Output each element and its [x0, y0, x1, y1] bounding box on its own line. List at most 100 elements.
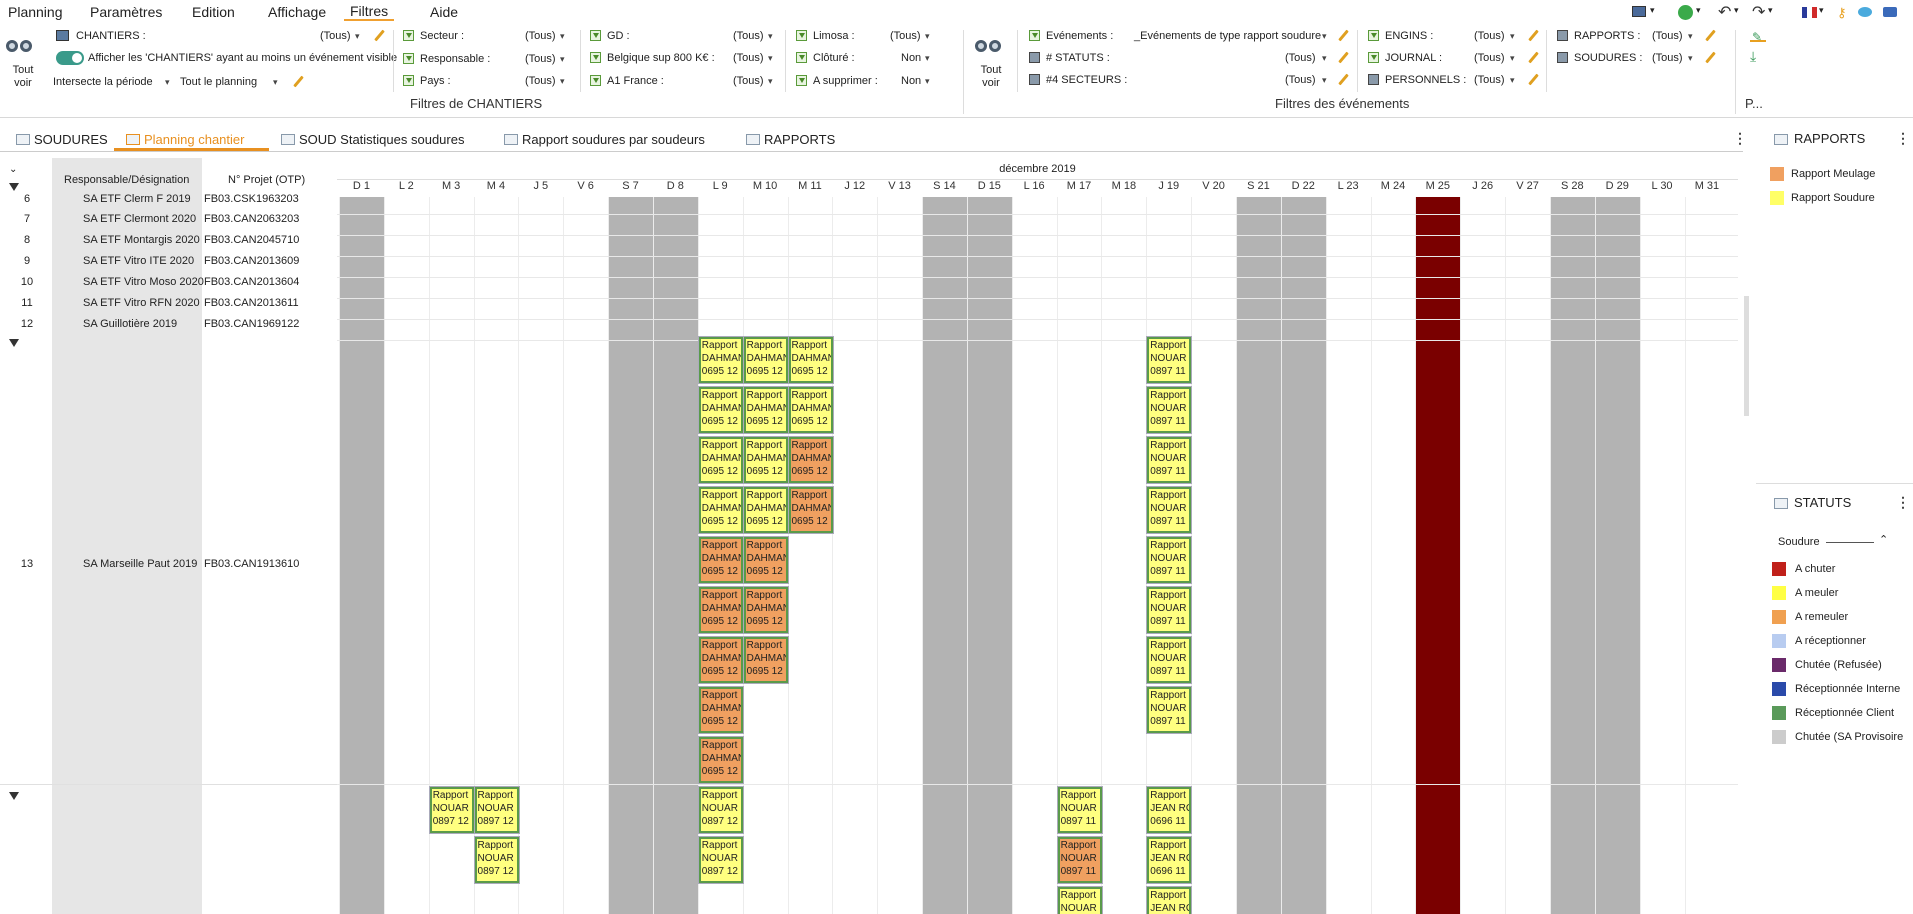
key-icon[interactable]: ⚷: [1837, 5, 1847, 21]
belgique-value[interactable]: (Tous): [733, 52, 764, 64]
menu-aide[interactable]: Aide: [430, 4, 458, 20]
chevron-down-icon[interactable]: ▾: [925, 53, 930, 64]
chevron-down-icon[interactable]: ▾: [560, 31, 565, 42]
more-options-icon[interactable]: ⋮: [1733, 130, 1747, 147]
chevron-down-icon[interactable]: ▾: [925, 76, 930, 87]
table-row[interactable]: 12 SA Guillotière 2019 FB03.CAN1969122: [0, 318, 337, 339]
pays-value[interactable]: (Tous): [525, 75, 556, 87]
french-flag-icon[interactable]: [1802, 7, 1817, 18]
chevron-down-icon[interactable]: ▾: [925, 31, 930, 42]
menu-affichage[interactable]: Affichage: [268, 4, 326, 20]
engins-value[interactable]: (Tous): [1474, 30, 1505, 42]
edit-chart-icon[interactable]: ✎: [1750, 28, 1766, 44]
rapport-soudure-card[interactable]: Rapport NOUAR 0897 11: [1146, 536, 1193, 584]
rapport-soudure-card[interactable]: Rapport NOUAR 0897 11: [1146, 336, 1193, 384]
rapport-soudure-card[interactable]: Rapport NOUAR: [1056, 886, 1103, 914]
legend-label[interactable]: A remeuler: [1795, 611, 1848, 623]
tab-rapports[interactable]: RAPPORTS: [746, 132, 835, 147]
rapport-soudure-card[interactable]: Rapport NOUAR 0897 11: [1146, 636, 1193, 684]
rapport-soudure-card[interactable]: Rapport JEAN RO 0696 11: [1146, 836, 1193, 884]
table-row[interactable]: 13 SA Marseille Paut 2019 FB03.CAN1913610: [0, 558, 337, 579]
rapport-meulage-card[interactable]: Rapport NOUAR 0897 11: [1056, 836, 1103, 884]
chevron-down-icon[interactable]: ▾: [560, 76, 565, 87]
rapport-soudure-card[interactable]: Rapport NOUAR 0897 12: [697, 786, 744, 834]
rapport-soudure-card[interactable]: Rapport NOUAR 0897 12: [697, 836, 744, 884]
status-circle-icon[interactable]: [1678, 5, 1693, 20]
personnels-value[interactable]: (Tous): [1474, 74, 1505, 86]
chevron-down-icon[interactable]: ▾: [273, 77, 278, 88]
pencil-icon[interactable]: [1337, 52, 1349, 64]
evenements-value[interactable]: _Evénements de type rapport soudure: [1134, 30, 1321, 42]
legend-label[interactable]: A réceptionner: [1795, 635, 1866, 647]
a1-value[interactable]: (Tous): [733, 75, 764, 87]
rapport-soudure-card[interactable]: Rapport NOUAR 0897 11: [1146, 586, 1193, 634]
afficher-toggle[interactable]: [56, 51, 84, 65]
chevron-down-icon[interactable]: ▾: [1510, 75, 1515, 86]
rapport-soudure-card[interactable]: Rapport DAHMAN 0695 12: [742, 336, 789, 384]
legend-label[interactable]: Réceptionnée Client: [1795, 707, 1894, 719]
tout-voir-left-label[interactable]: Tout voir: [8, 64, 38, 90]
chevron-down-icon[interactable]: ▾: [1322, 53, 1327, 64]
pencil-icon[interactable]: [1527, 30, 1539, 42]
collapse-triangle-icon[interactable]: [9, 183, 19, 191]
chantiers-value[interactable]: (Tous): [320, 30, 351, 42]
rapport-soudure-card[interactable]: Rapport NOUAR 0897 11: [1056, 786, 1103, 834]
cloture-value[interactable]: Non: [901, 52, 921, 64]
rapport-meulage-card[interactable]: Rapport DAHMAN 0695 12: [742, 536, 789, 584]
table-row[interactable]: 8 SA ETF Montargis 2020 FB03.CAN2045710: [0, 234, 337, 255]
menu-edition[interactable]: Edition: [192, 4, 235, 20]
rapport-meulage-card[interactable]: Rapport DAHMAN 0695 12: [697, 736, 744, 784]
rapport-soudure-card[interactable]: Rapport DAHMAN 0695 12: [742, 436, 789, 484]
more-options-icon[interactable]: ⋮: [1896, 130, 1910, 147]
statuts-group-label[interactable]: Soudure: [1778, 536, 1820, 548]
undo-icon[interactable]: ↶: [1718, 2, 1731, 22]
user-icon[interactable]: [1883, 7, 1897, 17]
tab-soud-statistiques[interactable]: SOUD Statistiques soudures: [281, 132, 464, 147]
chevron-down-icon[interactable]: ▾: [1510, 31, 1515, 42]
download-icon[interactable]: ⤓: [1750, 48, 1766, 64]
rapport-meulage-card[interactable]: Rapport DAHMAN 0695 12: [787, 486, 834, 534]
rapport-soudure-card[interactable]: Rapport JEAN RO 0696 11: [1146, 786, 1193, 834]
rapport-soudure-card[interactable]: Rapport NOUAR 0897 11: [1146, 436, 1193, 484]
chevron-down-icon[interactable]: ▾: [1768, 5, 1773, 16]
binoculars-icon[interactable]: [975, 34, 1005, 56]
rapport-meulage-card[interactable]: Rapport DAHMAN 0695 12: [697, 636, 744, 684]
rapport-soudure-card[interactable]: Rapport DAHMAN 0695 12: [742, 486, 789, 534]
table-row[interactable]: 10 SA ETF Vitro Moso 2020 FB03.CAN2013604: [0, 276, 337, 297]
rapport-meulage-card[interactable]: Rapport DAHMAN 0695 12: [742, 636, 789, 684]
pencil-icon[interactable]: [373, 30, 385, 42]
redo-icon[interactable]: ↷: [1752, 2, 1765, 22]
chevron-down-icon[interactable]: ▾: [1819, 5, 1824, 16]
chevron-down-icon[interactable]: ▾: [768, 53, 773, 64]
table-row[interactable]: 9 SA ETF Vitro ITE 2020 FB03.CAN2013609: [0, 255, 337, 276]
pencil-icon[interactable]: [1704, 30, 1716, 42]
binoculars-icon[interactable]: [6, 34, 36, 56]
pencil-icon[interactable]: [292, 76, 304, 88]
planning-gantt[interactable]: décembre 2019 D 1 L 2 M 3 M 4 J 5 V 6 S 7 D 8 L …: [337, 158, 1738, 914]
chevron-down-icon[interactable]: ▾: [1510, 53, 1515, 64]
rapport-meulage-card[interactable]: Rapport DAHMAN 0695 12: [787, 436, 834, 484]
pencil-icon[interactable]: [1337, 30, 1349, 42]
chevron-down-icon[interactable]: ▾: [1688, 31, 1693, 42]
legend-label[interactable]: A meuler: [1795, 587, 1838, 599]
column-header-otp[interactable]: N° Projet (OTP): [228, 174, 305, 186]
rapport-soudure-card[interactable]: Rapport JEAN RO: [1146, 886, 1193, 914]
rapport-meulage-card[interactable]: Rapport DAHMAN 0695 12: [697, 686, 744, 734]
rapport-soudure-card[interactable]: Rapport NOUAR 0897 12: [428, 786, 475, 834]
table-row[interactable]: 7 SA ETF Clermont 2020 FB03.CAN2063203: [0, 213, 337, 234]
tout-voir-right-label[interactable]: Tout voir: [975, 64, 1007, 90]
collapse-all-icon[interactable]: ⌄: [9, 164, 17, 175]
secteur-value[interactable]: (Tous): [525, 30, 556, 42]
tab-rapport-soudures[interactable]: Rapport soudures par soudeurs: [504, 132, 705, 147]
rapport-soudure-card[interactable]: Rapport DAHMAN 0695 12: [697, 436, 744, 484]
chevron-down-icon[interactable]: ▾: [1734, 5, 1739, 16]
rapport-soudure-card[interactable]: Rapport NOUAR 0897 12: [473, 836, 520, 884]
legend-label[interactable]: Chutée (Refusée): [1795, 659, 1882, 671]
limosa-value[interactable]: (Tous): [890, 30, 921, 42]
tab-planning-chantier[interactable]: Planning chantier: [126, 132, 244, 147]
chevron-down-icon[interactable]: ▾: [355, 31, 360, 42]
table-row[interactable]: 6 SA ETF Clerm F 2019 FB03.CSK1963203: [0, 193, 337, 214]
responsable-value[interactable]: (Tous): [525, 53, 556, 65]
tout-planning-label[interactable]: Tout le planning: [180, 76, 257, 88]
more-options-icon[interactable]: ⋮: [1896, 494, 1910, 511]
